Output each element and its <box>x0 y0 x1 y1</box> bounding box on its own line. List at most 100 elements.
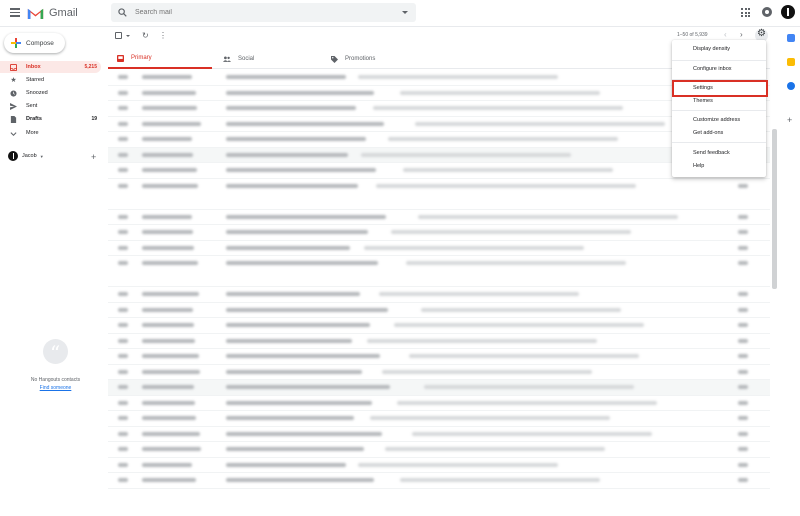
blurred-text <box>415 121 665 126</box>
email-row[interactable] <box>108 210 770 225</box>
next-page-icon[interactable]: › <box>740 30 743 39</box>
email-row[interactable] <box>108 473 770 489</box>
menu-item-help[interactable]: Help <box>672 160 766 172</box>
draft-count: 19 <box>91 116 97 122</box>
email-row[interactable] <box>108 256 770 287</box>
blurred-text <box>118 261 128 265</box>
email-row[interactable] <box>108 442 770 458</box>
add-contact-icon[interactable]: + <box>91 152 96 162</box>
search-icon[interactable] <box>118 8 127 17</box>
blurred-text <box>142 369 200 374</box>
menu-item-configure-inbox[interactable]: Configure inbox <box>672 63 766 75</box>
email-row[interactable] <box>108 70 770 86</box>
more-actions-icon[interactable]: ⋮ <box>159 31 167 40</box>
email-row[interactable] <box>108 349 770 365</box>
tab-promotions[interactable]: Promotions <box>330 49 375 69</box>
notifications-icon[interactable] <box>762 7 772 17</box>
email-row[interactable] <box>108 132 770 148</box>
account-avatar[interactable] <box>781 5 795 19</box>
sidebar-item-label: Sent <box>26 103 38 109</box>
blurred-text <box>118 214 128 219</box>
email-row[interactable] <box>108 287 770 303</box>
search-options-icon[interactable] <box>402 11 408 14</box>
search-input[interactable] <box>135 9 385 16</box>
email-row[interactable] <box>108 458 770 473</box>
sidebar-item-label: More <box>26 130 39 136</box>
compose-plus-icon <box>11 38 21 48</box>
email-row[interactable] <box>108 411 770 427</box>
blurred-text <box>738 261 748 265</box>
select-all-checkbox[interactable] <box>115 32 122 39</box>
menu-item-get-addons[interactable]: Get add-ons <box>672 127 766 139</box>
blurred-text <box>118 245 128 250</box>
pagination-text: 1–50 of 5,939 <box>677 32 708 38</box>
sidebar-item-inbox[interactable]: Inbox 5,215 <box>0 61 101 73</box>
email-row[interactable] <box>108 318 770 334</box>
blurred-text <box>142 90 196 95</box>
blurred-text <box>226 369 362 374</box>
blurred-text <box>424 385 634 389</box>
main-menu-icon[interactable] <box>10 8 20 17</box>
menu-item-send-feedback[interactable]: Send feedback <box>672 147 766 159</box>
email-row[interactable] <box>108 241 770 256</box>
email-row[interactable] <box>108 380 770 396</box>
email-row[interactable] <box>108 334 770 349</box>
search-bar[interactable] <box>111 3 416 22</box>
blurred-text <box>418 214 678 219</box>
menu-divider <box>672 60 766 61</box>
hangouts-user[interactable]: Jacob ▼ <box>8 151 44 161</box>
email-row[interactable] <box>108 117 770 132</box>
email-row[interactable] <box>108 225 770 241</box>
star-icon: ★ <box>10 77 17 84</box>
menu-item-customize-address[interactable]: Customize address <box>672 114 766 126</box>
find-someone-link[interactable]: Find someone <box>0 385 111 391</box>
tasks-icon[interactable] <box>787 82 795 90</box>
apps-grid-icon[interactable] <box>741 8 750 17</box>
blurred-text <box>738 447 748 451</box>
email-row[interactable] <box>108 86 770 101</box>
blurred-text <box>118 462 128 467</box>
blurred-text <box>400 90 600 95</box>
blurred-text <box>142 307 193 312</box>
category-tabs: Primary Social Promotions <box>108 49 770 69</box>
email-row[interactable] <box>108 147 770 163</box>
blurred-text <box>118 323 128 327</box>
email-row[interactable] <box>108 303 770 318</box>
blurred-text <box>738 385 748 389</box>
select-options-icon[interactable] <box>126 35 130 37</box>
sidebar-item-label: Starred <box>26 77 45 83</box>
previous-page-icon[interactable]: ‹ <box>724 30 727 39</box>
blurred-text <box>118 106 128 110</box>
blurred-text <box>118 354 128 358</box>
sidebar-item-drafts[interactable]: Drafts 19 <box>0 113 101 125</box>
email-row[interactable] <box>108 163 770 179</box>
email-row[interactable] <box>108 396 770 411</box>
compose-button[interactable]: Compose <box>4 33 65 53</box>
gmail-logo[interactable]: Gmail <box>27 5 78 21</box>
email-row[interactable] <box>108 365 770 380</box>
chevron-down-icon: ▼ <box>39 153 44 159</box>
email-row[interactable] <box>108 427 770 442</box>
add-addon-icon[interactable]: + <box>787 115 792 125</box>
app-name: Gmail <box>49 7 78 19</box>
tab-social[interactable]: Social <box>223 49 254 69</box>
email-row[interactable] <box>108 179 770 210</box>
sidebar-item-sent[interactable]: Sent <box>0 100 101 112</box>
blurred-text <box>226 462 346 467</box>
sidebar-item-starred[interactable]: ★ Starred <box>0 74 101 86</box>
calendar-icon[interactable] <box>787 34 795 42</box>
refresh-icon[interactable]: ↻ <box>142 31 149 40</box>
keep-icon[interactable] <box>787 58 795 66</box>
blurred-text <box>394 323 644 327</box>
menu-item-display-density[interactable]: Display density <box>672 43 766 55</box>
sidebar-item-snoozed[interactable]: Snoozed <box>0 87 101 99</box>
scrollbar[interactable] <box>772 129 777 289</box>
email-row[interactable] <box>108 101 770 117</box>
sidebar-item-more[interactable]: More <box>0 127 101 139</box>
tab-primary[interactable]: Primary <box>108 49 212 69</box>
blurred-text <box>226 183 358 188</box>
blurred-text <box>118 338 128 343</box>
menu-divider <box>672 142 766 143</box>
blurred-text <box>226 431 382 436</box>
tab-label: Social <box>238 56 255 62</box>
